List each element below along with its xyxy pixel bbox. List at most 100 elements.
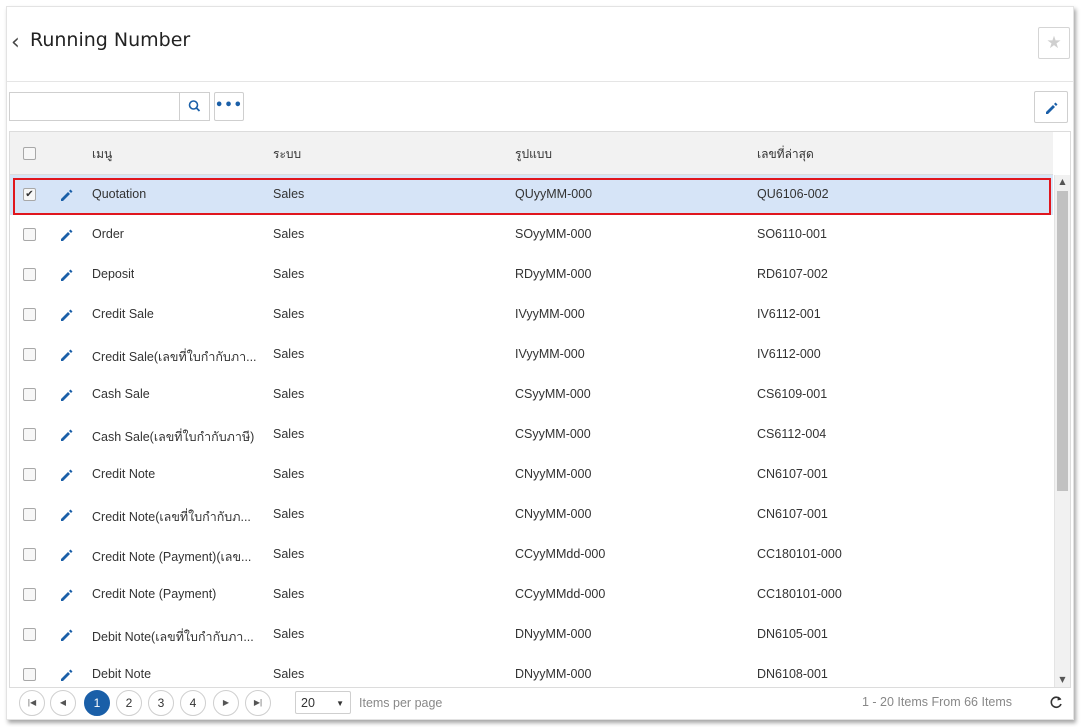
table-row[interactable]: Credit Note Sales CNyyMM-000 CN6107-001 (10, 455, 1053, 496)
table-header: เมนู ระบบ รูปแบบ เลขที่ล่าสุด (10, 132, 1053, 175)
menu-cell: Deposit (92, 267, 135, 281)
table-row[interactable]: Debit Note Sales DNyyMM-000 DN6108-001 (10, 655, 1053, 687)
scroll-up-arrow-icon[interactable]: ▲ (1058, 177, 1067, 187)
system-cell: Sales (273, 467, 305, 481)
last-number-cell: CC180101-000 (757, 547, 842, 561)
row-checkbox[interactable] (23, 228, 36, 241)
row-checkbox[interactable] (23, 388, 36, 401)
last-number-cell: DN6105-001 (757, 627, 828, 641)
table-row[interactable]: Cash Sale Sales CSyyMM-000 CS6109-001 (10, 375, 1053, 416)
menu-cell: Debit Note (92, 667, 152, 681)
column-header-menu[interactable]: เมนู (92, 145, 112, 164)
menu-cell: Credit Note (92, 467, 156, 481)
table-row[interactable]: Deposit Sales RDyyMM-000 RD6107-002 (10, 255, 1053, 296)
select-all-checkbox[interactable] (23, 147, 36, 160)
table-body: ✔ Quotation Sales QUyyMM-000 QU6106-002 Order… (10, 175, 1053, 687)
table-row[interactable]: Debit Note(เลขที่ใบกำกับภา... Sales DNyyMM… (10, 615, 1053, 656)
menu-cell: Quotation (92, 187, 147, 201)
edit-pencil-icon[interactable] (60, 508, 74, 522)
system-cell: Sales (273, 347, 305, 361)
previous-page-button[interactable]: ◀ (50, 690, 76, 716)
last-number-cell: CN6107-001 (757, 467, 828, 481)
edit-pencil-icon[interactable] (60, 468, 74, 482)
table-row[interactable]: Order Sales SOyyMM-000 SO6110-001 (10, 215, 1053, 256)
edit-pencil-icon[interactable] (60, 668, 74, 682)
last-number-cell: CS6112-004 (757, 427, 827, 441)
last-page-button[interactable]: ▶| (245, 690, 271, 716)
format-cell: CSyyMM-000 (515, 427, 591, 441)
row-checkbox[interactable] (23, 628, 36, 641)
system-cell: Sales (273, 627, 305, 641)
row-checkbox[interactable] (23, 588, 36, 601)
column-header-format[interactable]: รูปแบบ (515, 145, 552, 164)
page-size-value: 20 (301, 696, 315, 710)
format-cell: CCyyMMdd-000 (515, 587, 606, 601)
edit-pencil-icon[interactable] (60, 628, 74, 642)
row-checkbox[interactable] (23, 268, 36, 281)
system-cell: Sales (273, 227, 305, 241)
scroll-down-arrow-icon[interactable]: ▼ (1058, 675, 1067, 685)
row-checkbox[interactable] (23, 348, 36, 361)
row-checkbox[interactable] (23, 308, 36, 321)
menu-cell: Credit Sale(เลขที่ใบกำกับภา... (92, 350, 257, 364)
first-page-button[interactable]: |◀ (19, 690, 45, 716)
edit-pencil-icon[interactable] (60, 188, 74, 202)
page-button[interactable]: 2 (116, 690, 142, 716)
edit-pencil-icon[interactable] (60, 548, 74, 562)
last-number-cell: QU6106-002 (757, 187, 829, 201)
edit-pencil-icon[interactable] (60, 348, 74, 362)
pencil-icon (1046, 102, 1058, 114)
table-row[interactable]: Credit Sale Sales IVyyMM-000 IV6112-001 (10, 295, 1053, 336)
edit-pencil-icon[interactable] (60, 588, 74, 602)
table-row[interactable]: Cash Sale(เลขที่ใบกำกับภาษี) Sales CSyyMM-… (10, 415, 1053, 456)
page-size-select[interactable]: 20 ▼ (295, 691, 351, 714)
star-icon[interactable]: ★ (1038, 27, 1070, 59)
table-row[interactable]: Credit Note (Payment)(เลข... Sales CCyyMMd… (10, 535, 1053, 576)
table-row[interactable]: Credit Note (Payment) Sales CCyyMMdd-000 CC… (10, 575, 1053, 616)
pagination-bar: |◀ ◀ 1 2 3 4 ▶ ▶| 20 ▼ Items per page 1 … (7, 686, 1073, 719)
format-cell: QUyyMM-000 (515, 187, 593, 201)
format-cell: SOyyMM-000 (515, 227, 592, 241)
table-row[interactable]: Credit Note(เลขที่ใบกำกับภ... Sales CNyyMM… (10, 495, 1053, 536)
edit-pencil-icon[interactable] (60, 388, 74, 402)
menu-cell: Credit Note (Payment) (92, 587, 217, 601)
search-button[interactable] (179, 92, 210, 121)
column-header-system[interactable]: ระบบ (273, 145, 301, 164)
chevron-left-icon[interactable]: ‹ (11, 32, 25, 54)
refresh-icon[interactable] (1048, 694, 1064, 710)
vertical-scrollbar[interactable]: ▲ ▼ (1054, 175, 1070, 687)
row-checkbox[interactable] (23, 508, 36, 521)
edit-pencil-icon[interactable] (60, 308, 74, 322)
table-row[interactable]: ✔ Quotation Sales QUyyMM-000 QU6106-002 (10, 175, 1053, 216)
table-row[interactable]: Credit Sale(เลขที่ใบกำกับภา... Sales IVyyM… (10, 335, 1053, 376)
more-options-button[interactable]: ••• (214, 92, 244, 121)
edit-pencil-icon[interactable] (60, 428, 74, 442)
scrollbar-thumb[interactable] (1057, 191, 1068, 491)
format-cell: CNyyMM-000 (515, 467, 592, 481)
row-checkbox[interactable]: ✔ (23, 188, 36, 201)
column-header-last-number[interactable]: เลขที่ล่าสุด (757, 145, 814, 164)
system-cell: Sales (273, 387, 305, 401)
row-checkbox[interactable] (23, 468, 36, 481)
system-cell: Sales (273, 507, 305, 521)
caret-down-icon: ▼ (336, 699, 344, 708)
page-button[interactable]: 4 (180, 690, 206, 716)
page-button[interactable]: 3 (148, 690, 174, 716)
page-button[interactable]: 1 (84, 690, 110, 716)
row-checkbox[interactable] (23, 548, 36, 561)
format-cell: IVyyMM-000 (515, 307, 585, 321)
last-number-cell: CN6107-001 (757, 507, 828, 521)
last-number-cell: IV6112-001 (757, 307, 821, 321)
row-checkbox[interactable] (23, 668, 36, 681)
menu-cell: Order (92, 227, 124, 241)
format-cell: IVyyMM-000 (515, 347, 585, 361)
system-cell: Sales (273, 267, 305, 281)
row-checkbox[interactable] (23, 428, 36, 441)
next-page-button[interactable]: ▶ (213, 690, 239, 716)
search-icon (188, 100, 201, 112)
edit-button[interactable] (1034, 91, 1068, 123)
edit-pencil-icon[interactable] (60, 268, 74, 282)
search-input[interactable] (9, 92, 180, 121)
edit-pencil-icon[interactable] (60, 228, 74, 242)
format-cell: DNyyMM-000 (515, 627, 592, 641)
